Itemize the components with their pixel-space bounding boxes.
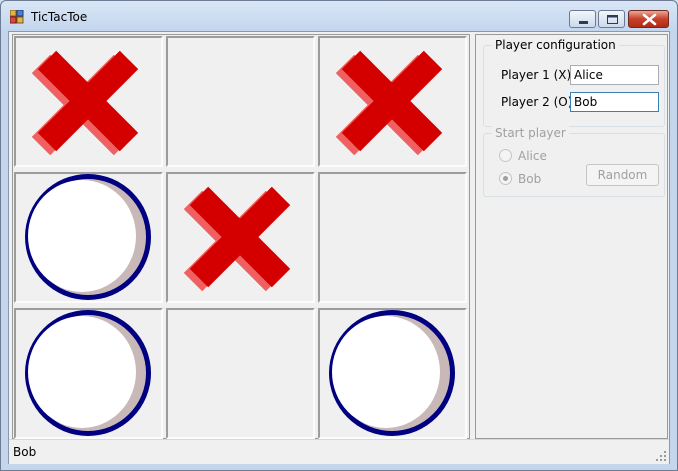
maximize-icon [607, 15, 618, 24]
start-bob-radio[interactable] [499, 172, 512, 185]
player1-label: Player 1 (X): [501, 68, 576, 82]
player1-name-input[interactable] [570, 65, 659, 85]
close-button[interactable] [628, 10, 669, 28]
board-cell-2-3[interactable] [318, 172, 467, 303]
client-area: Player configuration Player 1 (X): Playe… [8, 31, 670, 464]
player-config-label: Player configuration [492, 38, 619, 52]
random-button[interactable]: Random [586, 164, 659, 186]
settings-panel: Player configuration Player 1 (X): Playe… [475, 34, 668, 439]
x-mark-icon [31, 50, 139, 156]
player2-name-input[interactable] [570, 92, 659, 112]
close-icon [642, 13, 657, 26]
main-window: TicTacToe Player configuration Player 1 … [0, 0, 678, 471]
player2-label: Player 2 (O): [501, 95, 577, 109]
board-cell-1-1[interactable] [14, 36, 163, 167]
board-cell-3-1[interactable] [14, 308, 163, 439]
maximize-button[interactable] [598, 10, 625, 28]
start-alice-radio[interactable] [499, 149, 512, 162]
board-cell-3-2[interactable] [166, 308, 315, 439]
minimize-icon [579, 21, 588, 24]
x-mark-icon [335, 50, 443, 156]
tictactoe-app-icon [10, 10, 24, 24]
board-cell-2-2[interactable] [166, 172, 315, 303]
start-player-label: Start player [492, 126, 569, 140]
title-bar[interactable]: TicTacToe [1, 1, 677, 31]
game-board [12, 34, 470, 439]
minimize-button[interactable] [569, 10, 596, 28]
start-bob-label: Bob [518, 172, 542, 186]
board-cell-1-2[interactable] [166, 36, 315, 167]
o-mark-icon [25, 310, 151, 436]
resize-grip-icon[interactable] [655, 450, 667, 462]
o-mark-icon [329, 310, 455, 436]
board-cell-1-3[interactable] [318, 36, 467, 167]
board-cell-3-3[interactable] [318, 308, 467, 439]
board-cell-2-1[interactable] [14, 172, 163, 303]
start-player-group: Start player Alice Bob Random [483, 126, 665, 197]
status-bar: Bob [9, 439, 669, 464]
window-title: TicTacToe [31, 10, 88, 24]
x-mark-icon [183, 186, 291, 292]
status-text: Bob [13, 445, 37, 459]
player-config-group: Player configuration Player 1 (X): Playe… [483, 38, 665, 127]
start-alice-label: Alice [518, 149, 547, 163]
o-mark-icon [25, 174, 151, 300]
